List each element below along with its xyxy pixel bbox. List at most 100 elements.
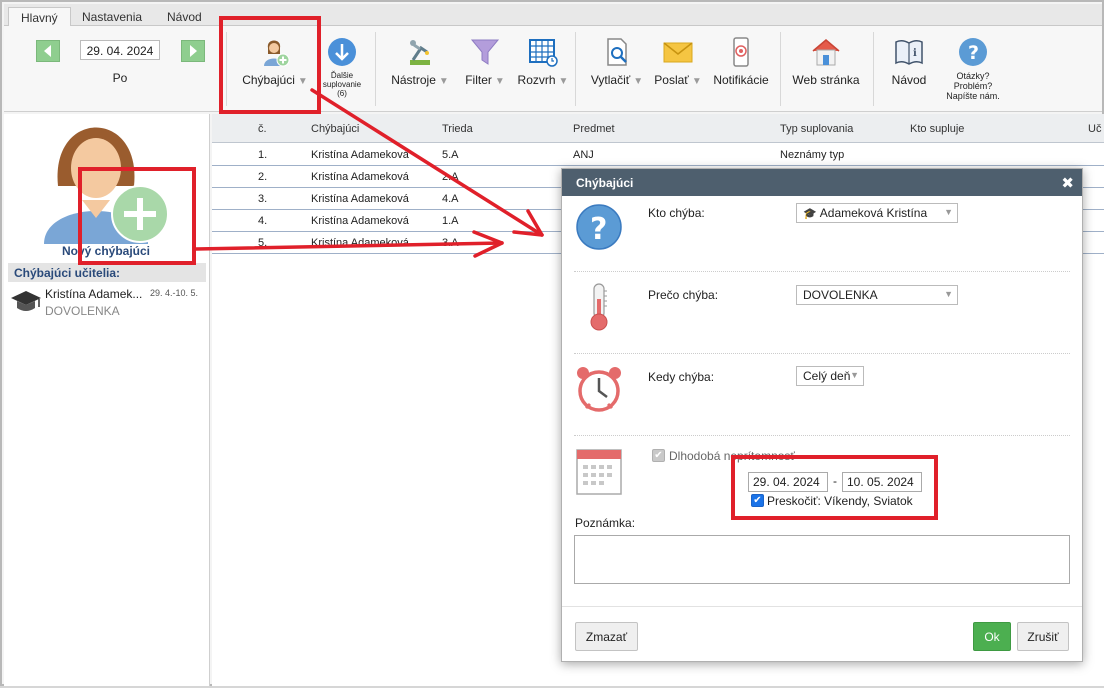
cell-class: 4.A xyxy=(442,193,459,205)
cell-absent: Kristína Adameková xyxy=(311,171,409,183)
col-header-ucebna[interactable]: Uč xyxy=(1088,123,1101,135)
absent-teachers-heading: Chýbajúci učitelia: xyxy=(8,263,206,282)
col-header-class[interactable]: Trieda xyxy=(442,123,473,135)
manual-book-icon: i xyxy=(895,39,923,65)
note-label: Poznámka: xyxy=(575,516,636,530)
house-icon xyxy=(812,39,840,66)
cancel-button[interactable]: Zrušiť xyxy=(1017,622,1069,651)
delete-button[interactable]: Zmazať xyxy=(575,622,638,651)
ribbon-separator xyxy=(575,32,576,106)
cell-absent: Kristína Adameková xyxy=(311,237,409,249)
kto-chyba-label: Kto chýba: xyxy=(648,206,705,220)
teacher-reason: DOVOLENKA xyxy=(45,304,120,318)
next-day-button[interactable] xyxy=(181,40,205,62)
close-icon[interactable]: ✖ xyxy=(1061,174,1074,192)
notifikacie-button[interactable]: Notifikácie xyxy=(708,36,774,87)
rozvrh-label: Rozvrh xyxy=(517,73,556,87)
filter-label: Filter xyxy=(465,73,492,87)
prev-day-button[interactable] xyxy=(36,40,60,62)
ribbon-toolbar: 29. 04. 2024 Po Chýbajúci ▼ Ďalšie suplo… xyxy=(4,26,1102,112)
divider xyxy=(574,271,1070,272)
col-header-number[interactable]: č. xyxy=(258,123,267,135)
filter-button[interactable]: Filter ▼ xyxy=(459,36,511,87)
cell-absent: Kristína Adameková xyxy=(311,193,409,205)
download-arrow-icon xyxy=(328,38,356,66)
weekday-label: Po xyxy=(112,71,128,85)
kedy-chyba-label: Kedy chýba: xyxy=(648,370,715,384)
ribbon-separator xyxy=(873,32,874,106)
otazky-button[interactable]: ? Otázky? Problém? Napíšte nám. xyxy=(936,36,1010,101)
kto-chyba-value: Adameková Kristína xyxy=(819,206,928,220)
otazky-label-1: Otázky? xyxy=(956,71,990,81)
dropdown-arrow-icon[interactable]: ▼ xyxy=(633,76,643,87)
long-term-checkbox[interactable]: ✔ xyxy=(652,449,665,462)
cell-class: 5.A xyxy=(442,149,459,161)
navod-button[interactable]: i Návod xyxy=(886,36,932,87)
svg-text:?: ? xyxy=(590,212,607,247)
chevron-down-icon: ▼ xyxy=(944,289,953,299)
vytlacit-button[interactable]: Vytlačiť ▼ xyxy=(588,36,646,87)
dalsie-label-2: suplovanie xyxy=(322,80,362,89)
tab-nastavenia[interactable]: Nastavenia xyxy=(70,7,154,27)
cell-number: 5. xyxy=(258,237,268,249)
timetable-icon xyxy=(529,39,558,67)
thermometer-icon xyxy=(590,283,608,331)
teacher-dates: 29. 4.-10. 5. xyxy=(150,288,199,298)
dropdown-arrow-icon[interactable]: ▼ xyxy=(495,76,505,87)
kedy-chyba-select[interactable]: Celý deň ▼ xyxy=(796,366,864,386)
cell-subject: ANJ xyxy=(573,149,594,161)
col-header-absent[interactable]: Chýbajúci xyxy=(311,123,359,135)
cell-number: 3. xyxy=(258,193,268,205)
tab-navod[interactable]: Návod xyxy=(155,7,214,27)
preco-chyba-select[interactable]: DOVOLENKA ▼ xyxy=(796,285,958,305)
tab-bar: Hlavný Nastavenia Návod xyxy=(4,4,1102,28)
dialog-title: Chýbajúci xyxy=(562,169,1082,196)
date-field[interactable]: 29. 04. 2024 xyxy=(80,40,160,60)
ok-button[interactable]: Ok xyxy=(973,622,1011,651)
highlight-box-ribbon xyxy=(219,16,321,114)
kto-chyba-select[interactable]: 🎓 Adameková Kristína ▼ xyxy=(796,203,958,223)
nastroje-label: Nástroje xyxy=(391,73,436,87)
svg-text:i: i xyxy=(913,48,917,59)
funnel-icon xyxy=(470,39,500,65)
chevron-down-icon: ▼ xyxy=(944,207,953,217)
cell-number: 2. xyxy=(258,171,268,183)
cell-class: 3.A xyxy=(442,237,459,249)
tools-icon xyxy=(410,40,430,65)
question-mark-icon: ? xyxy=(576,204,622,250)
rozvrh-button[interactable]: Rozvrh ▼ xyxy=(514,36,572,87)
absent-teacher-item[interactable]: Kristína Adamek... 29. 4.-10. 5. DOVOLEN… xyxy=(8,284,206,324)
vytlacit-label: Vytlačiť xyxy=(590,73,631,87)
cell-absent: Kristína Adameková xyxy=(311,215,409,227)
poslat-button[interactable]: Poslať ▼ xyxy=(650,36,706,87)
note-textarea[interactable] xyxy=(574,535,1070,584)
divider xyxy=(574,353,1070,354)
web-stranka-label: Web stránka xyxy=(792,73,860,87)
col-header-type[interactable]: Typ suplovania xyxy=(780,123,853,135)
col-header-substitute[interactable]: Kto supluje xyxy=(910,123,964,135)
dropdown-arrow-icon[interactable]: ▼ xyxy=(439,76,449,87)
alarm-clock-icon xyxy=(577,367,621,412)
teacher-name: Kristína Adamek... xyxy=(45,287,143,301)
question-icon: ? xyxy=(959,38,987,66)
divider xyxy=(574,435,1070,436)
cell-class: 2.A xyxy=(442,171,459,183)
notifikacie-label: Notifikácie xyxy=(713,73,769,87)
dalsie-suplovanie-button[interactable]: Ďalšie suplovanie (6) xyxy=(316,36,368,98)
graduation-cap-icon: 🎓 xyxy=(803,208,820,220)
nastroje-button[interactable]: Nástroje ▼ xyxy=(387,36,453,87)
col-header-subject[interactable]: Predmet xyxy=(573,123,615,135)
preco-chyba-label: Prečo chýba: xyxy=(648,288,719,302)
envelope-icon xyxy=(663,42,693,63)
cell-class: 1.A xyxy=(442,215,459,227)
cell-type: Neznámy typ xyxy=(780,149,845,161)
table-row[interactable]: 1. Kristína Adameková 5.A ANJ Neznámy ty… xyxy=(212,144,1104,166)
poslat-label: Poslať xyxy=(654,73,689,87)
dropdown-arrow-icon[interactable]: ▼ xyxy=(692,76,702,87)
ribbon-separator xyxy=(375,32,376,106)
arrow-left-icon xyxy=(44,45,51,57)
tab-hlavny[interactable]: Hlavný xyxy=(8,7,71,28)
arrow-right-icon xyxy=(190,45,197,57)
dropdown-arrow-icon[interactable]: ▼ xyxy=(559,76,569,87)
web-stranka-button[interactable]: Web stránka xyxy=(790,36,862,87)
